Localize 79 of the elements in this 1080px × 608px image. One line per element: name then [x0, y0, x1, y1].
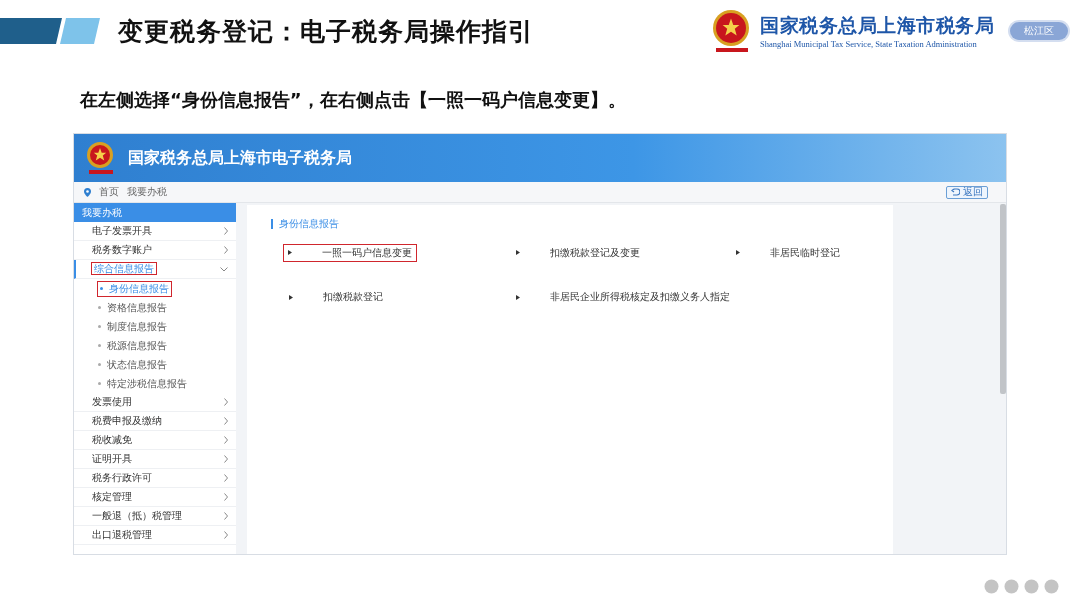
bullet-icon	[98, 344, 101, 347]
emblem-icon	[86, 141, 116, 175]
chevron-right-icon	[224, 512, 228, 520]
chevron-right-icon	[224, 417, 228, 425]
function-link[interactable]: 非居民临时登记	[731, 244, 845, 261]
menu-item-label: 税务数字账户	[92, 244, 152, 255]
menu-header: 我要办税	[74, 203, 236, 222]
bullet-icon	[289, 294, 293, 300]
bullet-icon	[736, 250, 740, 255]
submenu-label: 身份信息报告	[109, 281, 169, 296]
submenu-item[interactable]: 资格信息报告	[74, 298, 236, 317]
submenu-item[interactable]: 税源信息报告	[74, 336, 236, 355]
function-link[interactable]: 扣缴税款登记及变更	[511, 244, 645, 261]
menu-item[interactable]: 出口退税管理	[74, 526, 236, 545]
chevron-right-icon	[224, 455, 228, 463]
bullet-icon	[288, 250, 292, 255]
menu-item[interactable]: 税务行政许可	[74, 469, 236, 488]
chevron-right-icon	[224, 246, 228, 254]
chevron-right-icon	[224, 493, 228, 501]
submenu-item[interactable]: 身份信息报告	[74, 279, 236, 298]
page-dots-icon	[984, 579, 1060, 594]
instruction-text: 在左侧选择“身份信息报告”，在右侧点击【一照一码户信息变更】。	[80, 89, 626, 110]
menu-item-label: 税费申报及缴纳	[92, 415, 162, 426]
org-name-english: Shanghai Municipal Tax Service, State Taxation Administration	[760, 39, 978, 49]
breadcrumb-link[interactable]: 首页	[99, 185, 119, 199]
menu-item[interactable]: 税务数字账户	[74, 241, 236, 260]
menu-item[interactable]: 税收减免	[74, 431, 236, 450]
menu-item[interactable]: 税费申报及缴纳	[74, 412, 236, 431]
bullet-icon	[516, 294, 520, 300]
submenu-label: 制度信息报告	[107, 319, 167, 334]
function-link[interactable]: 一照一码户信息变更	[284, 244, 416, 261]
bullet-icon	[98, 325, 101, 328]
function-link[interactable]: 扣缴税款登记	[284, 289, 388, 305]
bullet-icon	[100, 287, 103, 290]
submenu-label: 资格信息报告	[107, 300, 167, 315]
menu-item-label: 发票使用	[92, 396, 132, 407]
submenu-item[interactable]: 特定涉税信息报告	[74, 374, 236, 393]
menu-item[interactable]: 核定管理	[74, 488, 236, 507]
site-title: 国家税务总局上海市电子税务局	[128, 147, 352, 169]
submenu-item[interactable]: 制度信息报告	[74, 317, 236, 336]
menu-item-label: 核定管理	[92, 491, 132, 502]
menu-item[interactable]: 证明开具	[74, 450, 236, 469]
chevron-right-icon	[224, 436, 228, 444]
slide-title: 变更税务登记：电子税务局操作指引	[118, 15, 534, 48]
menu-item[interactable]: 电子发票开具	[74, 222, 236, 241]
title-bars-icon	[0, 18, 100, 44]
menu-item-label: 税务行政许可	[92, 472, 152, 483]
function-link[interactable]: 非居民企业所得税核定及扣缴义务人指定	[511, 289, 735, 305]
breadcrumb-link[interactable]: 我要办税	[127, 185, 167, 199]
submenu-label: 特定涉税信息报告	[107, 376, 187, 391]
menu-item-label: 出口退税管理	[92, 529, 152, 540]
menu-item[interactable]: 一般退（抵）税管理	[74, 507, 236, 526]
menu-item[interactable]: 综合信息报告	[74, 260, 236, 279]
bullet-icon	[98, 363, 101, 366]
menu-item-label: 综合信息报告	[92, 263, 156, 274]
chevron-right-icon	[224, 398, 228, 406]
district-badge: 松江区	[1010, 22, 1068, 40]
section-title: 身份信息报告	[279, 217, 339, 231]
menu-item[interactable]: 发票使用	[74, 393, 236, 412]
chevron-right-icon	[224, 227, 228, 235]
back-button[interactable]: 返回	[946, 185, 988, 199]
bullet-icon	[516, 250, 520, 255]
bullet-icon	[98, 382, 101, 385]
menu-item-label: 税收减免	[92, 434, 132, 445]
location-icon	[84, 187, 91, 197]
menu-item-label: 一般退（抵）税管理	[92, 510, 182, 521]
return-icon	[951, 188, 960, 196]
org-name: 国家税务总局上海市税务局	[760, 13, 994, 38]
chevron-right-icon	[224, 531, 228, 539]
scrollbar[interactable]	[1000, 204, 1006, 394]
chevron-right-icon	[224, 474, 228, 482]
chevron-down-icon	[220, 266, 228, 272]
submenu-item[interactable]: 状态信息报告	[74, 355, 236, 374]
menu-item-label: 电子发票开具	[92, 225, 152, 236]
submenu-label: 状态信息报告	[107, 357, 167, 372]
submenu-label: 税源信息报告	[107, 338, 167, 353]
emblem-icon	[712, 9, 752, 53]
menu-item-label: 证明开具	[92, 453, 132, 464]
bullet-icon	[98, 306, 101, 309]
